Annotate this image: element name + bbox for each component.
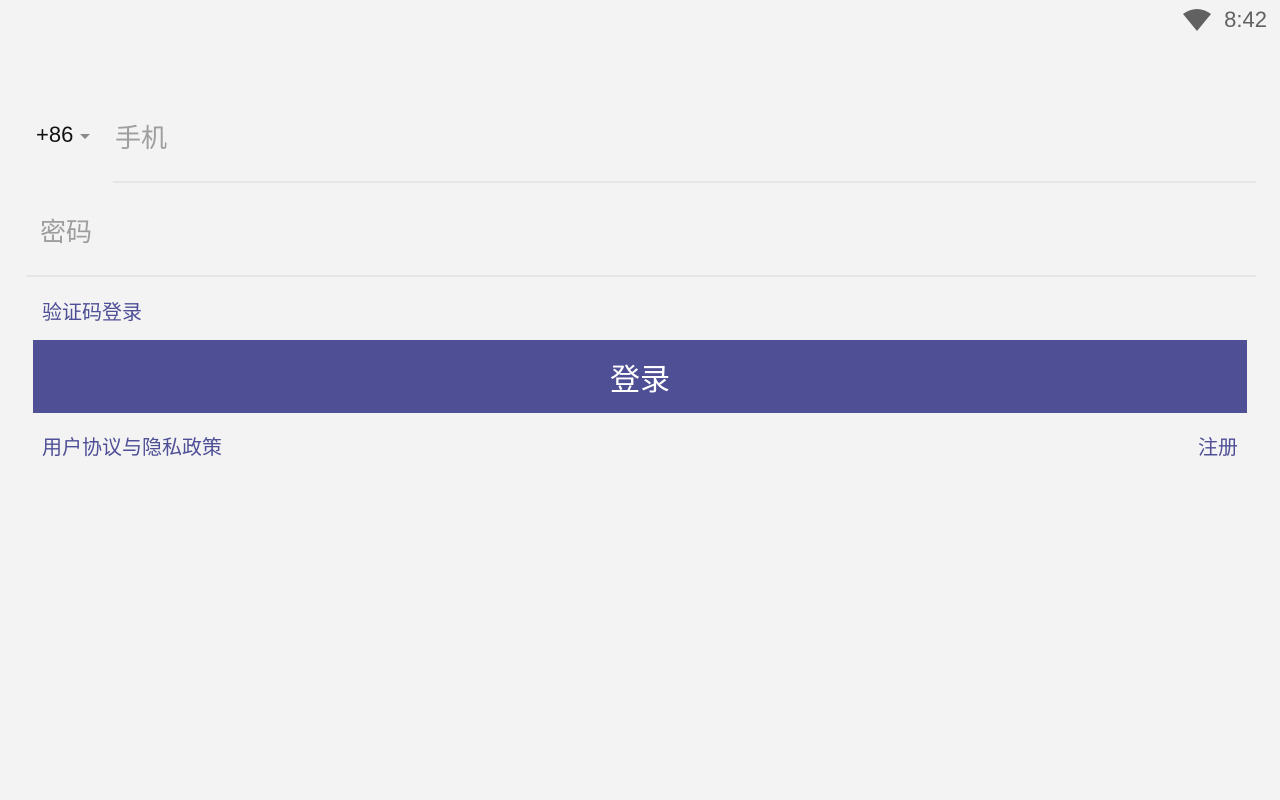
dropdown-arrow-icon xyxy=(80,133,91,139)
status-bar: 8:42 xyxy=(1182,0,1280,40)
password-input[interactable] xyxy=(26,190,1256,277)
phone-input[interactable] xyxy=(113,96,1256,183)
login-button[interactable]: 登录 xyxy=(33,340,1247,413)
login-screen: 8:42 +86 验证码登录 登录 用户协议与隐私政策 注册 xyxy=(0,0,1280,800)
country-code-selector[interactable]: +86 xyxy=(36,122,91,148)
country-code-label: +86 xyxy=(36,122,74,147)
status-time: 8:42 xyxy=(1224,7,1267,32)
wifi-icon xyxy=(1182,8,1212,32)
phone-row: +86 xyxy=(26,96,1256,184)
agreement-privacy-link[interactable]: 用户协议与隐私政策 xyxy=(42,431,222,460)
sms-login-link[interactable]: 验证码登录 xyxy=(42,296,142,325)
password-row xyxy=(26,190,1256,278)
register-link[interactable]: 注册 xyxy=(1198,431,1238,460)
